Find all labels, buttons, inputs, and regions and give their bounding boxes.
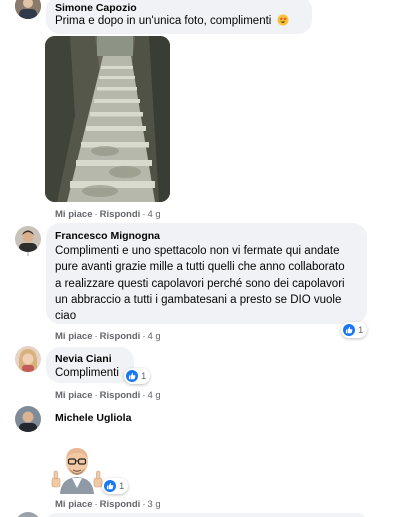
reaction-count: 1: [141, 370, 147, 382]
comment-author[interactable]: Nevia Ciani: [55, 353, 112, 365]
reaction-count: 1: [119, 480, 125, 492]
avatar[interactable]: [15, 346, 41, 372]
avatar[interactable]: [15, 512, 41, 517]
comment-author[interactable]: Michele Ugliola: [55, 412, 131, 424]
comment-line: a realizzare questi capolavori perché so…: [55, 277, 345, 290]
reaction-badge[interactable]: 1: [341, 322, 368, 338]
like-link[interactable]: Mi piace: [55, 209, 93, 220]
thumbs-up-avatar-sticker[interactable]: [50, 440, 104, 494]
comment-author[interactable]: Francesco Mignogna: [55, 230, 160, 242]
comment-text: Complimenti e uno spettacolo non vi ferm…: [55, 243, 365, 324]
stone-staircase-photo[interactable]: [45, 36, 170, 202]
reply-link[interactable]: Rispondi: [100, 331, 141, 342]
like-link[interactable]: Mi piace: [55, 499, 93, 510]
comment-age[interactable]: 3 g: [147, 499, 160, 510]
star-struck-emoji-icon: [277, 14, 289, 31]
comment-line: ciao: [55, 310, 77, 323]
comment-actions: Mi piace · Rispondi · 4 g: [55, 331, 161, 342]
reply-link[interactable]: Rispondi: [100, 390, 141, 401]
avatar[interactable]: [15, 406, 41, 432]
comment-actions: Mi piace · Rispondi · 3 g: [55, 499, 161, 510]
reply-link[interactable]: Rispondi: [100, 499, 141, 510]
like-link[interactable]: Mi piace: [55, 390, 93, 401]
thumbs-up-icon: [104, 480, 116, 492]
comment-age[interactable]: 4 g: [147, 331, 160, 342]
reaction-badge[interactable]: 1: [102, 478, 129, 494]
reaction-badge[interactable]: 1: [124, 368, 151, 384]
comment-line: un abbraccio a tutti i gambatesani a pre…: [55, 293, 342, 306]
comment-text: Prima e dopo in un'unica foto, complimen…: [55, 13, 289, 31]
comment-age[interactable]: 4 g: [147, 209, 160, 220]
comment-actions: Mi piace · Rispondi · 4 g: [55, 209, 161, 220]
avatar[interactable]: [15, 0, 41, 19]
reply-link[interactable]: Rispondi: [100, 209, 141, 220]
like-link[interactable]: Mi piace: [55, 331, 93, 342]
comment-age[interactable]: 4 g: [147, 390, 160, 401]
comment-text: Complimenti: [55, 367, 119, 379]
thumbs-up-icon: [126, 370, 138, 382]
comment-line: Complimenti e uno spettacolo non vi ferm…: [55, 245, 340, 257]
comment-actions: Mi piace · Rispondi · 4 g: [55, 390, 161, 401]
comment-bubble: [46, 513, 367, 517]
comment-line: pure avanti grazie mille a tutti quelli …: [55, 261, 345, 274]
reaction-count: 1: [358, 324, 364, 336]
avatar[interactable]: [15, 226, 41, 252]
thumbs-up-icon: [343, 324, 355, 336]
